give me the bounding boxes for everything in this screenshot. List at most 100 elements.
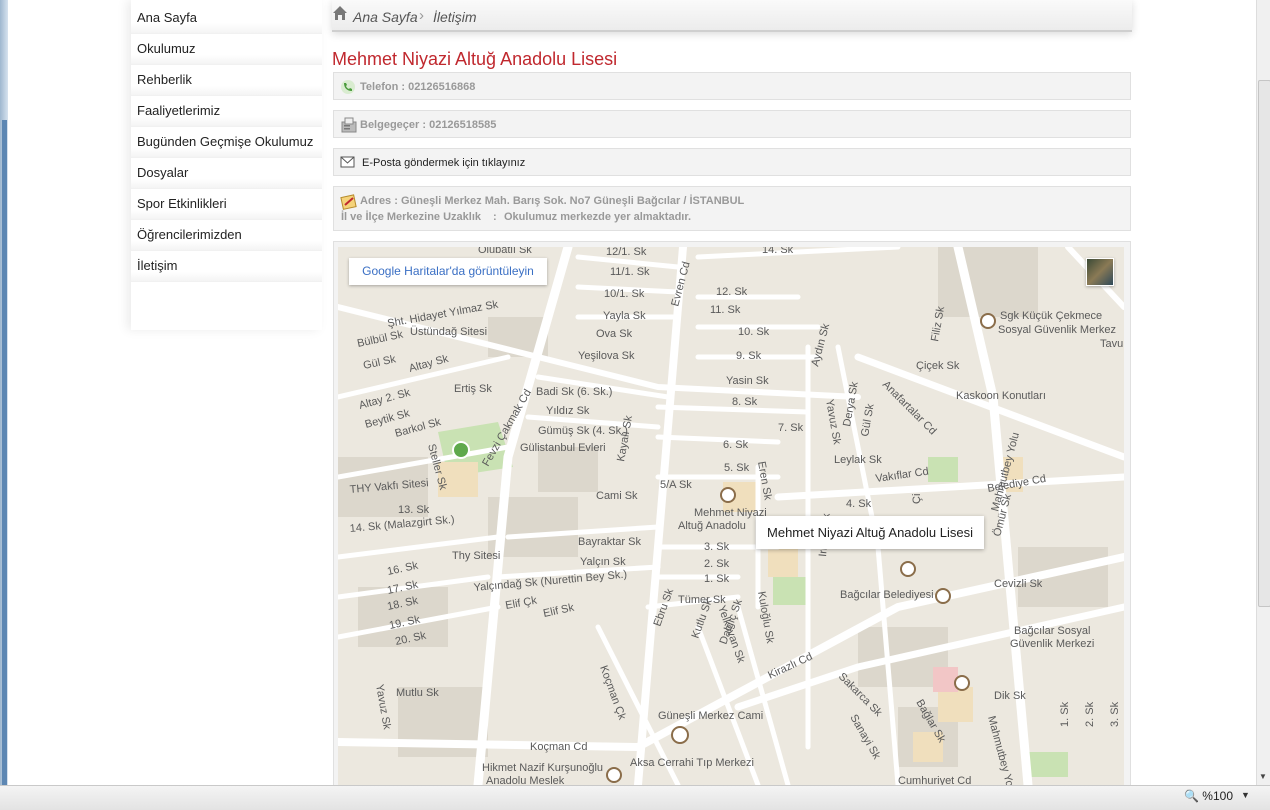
map-street-label: 12. Sk [716,286,748,298]
home-icon[interactable] [332,4,348,22]
map-street-label: Gülistanbul Evleri [520,442,606,454]
map-street-label: Tavu [1100,338,1123,350]
sidebar-item-bugunden-gecmise[interactable]: Bugünden Geçmişe Okulumuz [131,127,322,158]
scrollbar-thumb[interactable] [1258,80,1270,607]
sidebar-item-spor-etkinlikleri[interactable]: Spor Etkinlikleri [131,189,322,220]
map-street-label: 5/A Sk [660,479,692,491]
map-street-label: Altuğ Anadolu [678,520,746,532]
map-street-label: Güneşli Merkez Cami [658,710,763,722]
map-street-label: Yıldız Sk [546,405,590,417]
status-bar: 🔍 %100 ▼ [0,785,1270,810]
map-street-label: Yeşilova Sk [578,350,635,362]
map-street-label: Cevizli Sk [994,578,1043,590]
map-street-label: Leylak Sk [834,454,882,466]
map-street-label: Anadolu Meslek [486,775,565,785]
main-content: Ana Sayfa › İletişim Mehmet Niyazi Altuğ… [332,0,1132,787]
page-title: Mehmet Niyazi Altuğ Anadolu Lisesi [332,49,618,69]
satellite-toggle[interactable] [1086,258,1114,286]
map-street-label: Kaskoon Konutları [956,390,1046,402]
map-street-label: 1. Sk [704,573,730,585]
breadcrumb-home-link[interactable]: Ana Sayfa [353,9,418,25]
sidebar-item-rehberlik[interactable]: Rehberlik [131,65,322,96]
map-street-label: 13. Sk [398,504,430,516]
map-street-label: Yasin Sk [726,375,769,387]
zoom-level[interactable]: 🔍 %100 [1184,789,1233,803]
email-link[interactable]: E-Posta göndermek için tıklayınız [362,157,525,169]
address-text: Adres : Güneşli Merkez Mah. Barış Sok. N… [360,195,745,207]
fax-box: Belgegeçer : 02126518585 [333,110,1131,138]
breadcrumb: Ana Sayfa › İletişim [332,0,1132,32]
map-canvas[interactable]: Olubatlı Sk 12/1. Sk 14. Sk 11/1. Sk 12. Sk 1… [338,247,1124,785]
sidebar-item-dosyalar[interactable]: Dosyalar [131,158,322,189]
sidebar-item-iletisim[interactable]: İletişim [131,251,322,282]
map-street-label: 2. Sk [1084,701,1096,727]
map-street-label: 9. Sk [736,350,762,362]
map-street-label: Koçman Cd [530,741,587,753]
breadcrumb-current: İletişim [433,9,477,25]
map-street-label: 6. Sk [723,439,749,451]
sidebar-item-ogrencilerimizden[interactable]: Öğrencilerimizden [131,220,322,251]
address-box: Adres : Güneşli Merkez Mah. Barış Sok. N… [333,186,1131,231]
map-street-label: Yalçın Sk [580,556,626,568]
map-street-label: Üstündağ Sitesi [410,326,487,338]
map-street-label: Güvenlik Merkezi [1010,638,1094,650]
map-street-label: Ova Sk [596,328,633,340]
map-street-label: Cami Sk [596,490,638,502]
distance-label: İl ve İlçe Merkezine Uzaklık [341,211,482,223]
map-street-label: Dik Sk [994,690,1026,702]
map-street-label: Gümüş Sk (4. Sk.) [538,425,628,437]
map-street-label: Çiçek Sk [916,360,960,372]
sidebar-menu: Ana Sayfa Okulumuz Rehberlik Faaliyetler… [131,0,322,330]
fax-icon [340,116,358,137]
google-map[interactable]: Olubatlı Sk 12/1. Sk 14. Sk 11/1. Sk 12. Sk 1… [338,247,1124,785]
mail-icon [340,156,356,171]
phone-box: Telefon : 02126516868 [333,72,1131,100]
map-street-label: 4. Sk [846,498,872,510]
map-street-label: 1. Sk [1059,701,1071,727]
map-street-label: Sgk Küçük Çekmece [1000,310,1102,322]
zoom-icon: 🔍 [1184,789,1199,803]
map-street-label: Mutlu Sk [396,687,439,699]
map-street-label: Aksa Cerrahi Tıp Merkezi [630,757,754,769]
google-maps-link[interactable]: Google Haritalar'da görüntüleyin [349,258,547,285]
map-street-label: 10/1. Sk [604,288,645,300]
scroll-down-icon[interactable]: ▼ [1259,772,1267,781]
map-street-label: Cumhuriyet Cd [898,775,971,785]
map-street-label: Hikmet Nazif Kurşunoğlu [482,762,603,774]
vertical-scrollbar[interactable]: ▼ [1256,0,1270,785]
map-street-label: 14. Sk [762,247,794,256]
sidebar-item-faaliyetlerimiz[interactable]: Faaliyetlerimiz [131,96,322,127]
phone-icon [340,79,356,98]
map-street-label: Badi Sk (6. Sk.) [536,386,612,398]
distance-separator: : [493,211,497,223]
map-street-label: Yayla Sk [603,310,646,322]
map-street-label: 3. Sk [1109,701,1121,727]
distance-value: Okulumuz merkezde yer almaktadır. [504,211,692,223]
map-street-label: 5. Sk [724,462,750,474]
sidebar-item-okulumuz[interactable]: Okulumuz [131,34,322,65]
map-street-label: Çi [911,494,923,504]
map-street-label: 12/1. Sk [606,247,647,258]
map-street-label: Bağcılar Belediyesi [840,589,934,601]
map-street-label: 2. Sk [704,558,730,570]
map-street-label: 8. Sk [732,396,758,408]
email-box[interactable]: E-Posta göndermek için tıklayınız [333,148,1131,176]
map-street-label: Bayraktar Sk [578,536,641,548]
map-info-popup: Mehmet Niyazi Altuğ Anadolu Lisesi [756,516,984,549]
map-street-label: 10. Sk [738,326,770,338]
zoom-value: %100 [1202,789,1233,803]
breadcrumb-chevron-icon: › [419,7,424,24]
window-frame-left [0,0,8,785]
phone-text: Telefon : 02126516868 [360,81,476,93]
zoom-dropdown-icon[interactable]: ▼ [1241,790,1250,800]
map-street-label: 11/1. Sk [610,266,650,278]
map-street-label: Bağcılar Sosyal [1014,625,1090,637]
map-street-label: 11. Sk [710,304,741,316]
map-street-label: Ertiş Sk [454,383,492,395]
map-street-label: Sosyal Güvenlik Merkez [998,324,1116,336]
map-street-label: 3. Sk [704,541,730,553]
map-street-label: Olubatlı Sk [478,247,532,256]
sidebar-item-ana-sayfa[interactable]: Ana Sayfa [131,0,322,34]
map-street-label: Thy Sitesi [452,550,500,562]
fax-text: Belgegeçer : 02126518585 [360,119,497,131]
